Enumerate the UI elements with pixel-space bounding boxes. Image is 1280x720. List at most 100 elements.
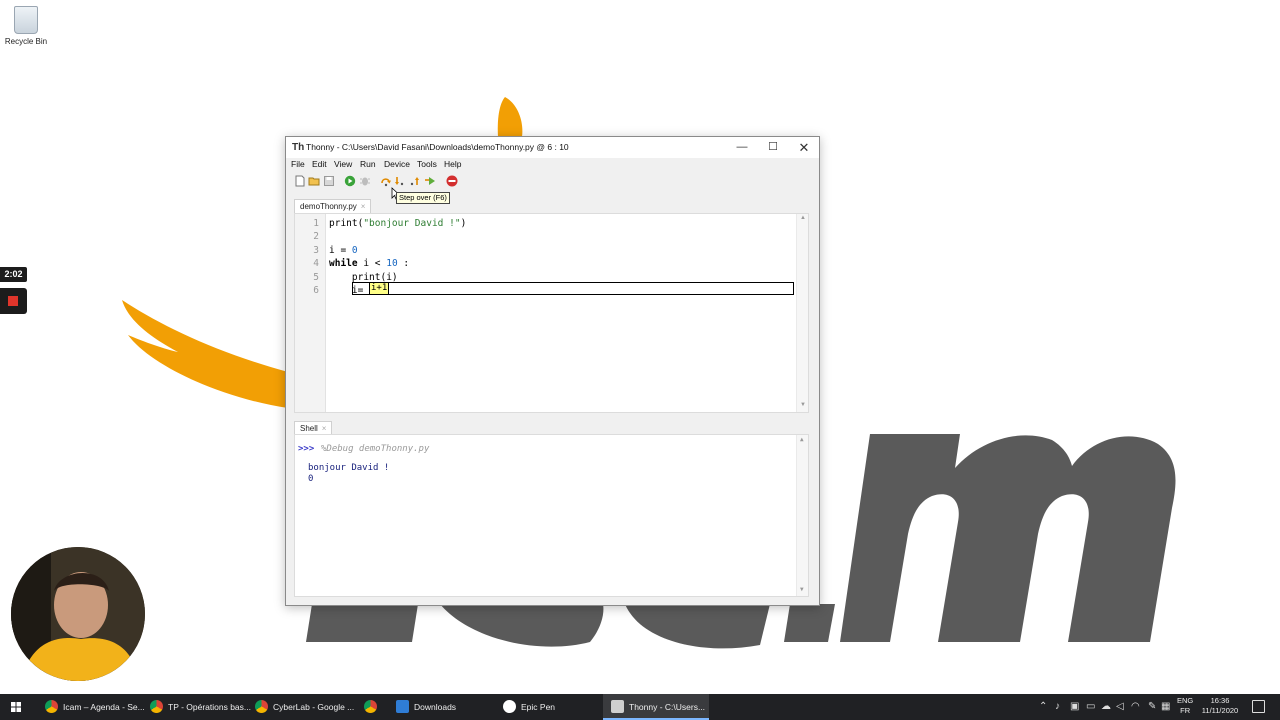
step-over-tooltip: Step over (F6) bbox=[396, 192, 450, 204]
taskbar-item-epic-pen[interactable]: Epic Pen bbox=[495, 694, 600, 720]
window-title: Thonny - C:\Users\David Fasani\Downloads… bbox=[306, 142, 569, 152]
input-language[interactable]: ENG FR bbox=[1177, 696, 1193, 716]
editor-scrollbar[interactable]: ▲ ▼ bbox=[796, 214, 808, 412]
run-icon[interactable] bbox=[344, 175, 356, 187]
recording-timer: 2:02 bbox=[0, 267, 27, 282]
shell-tab-label: Shell bbox=[300, 424, 318, 433]
taskbar: Icam – Agenda - Se... TP - Opérations ba… bbox=[0, 694, 1280, 720]
camera-icon[interactable]: ▣ bbox=[1070, 701, 1079, 712]
save-icon[interactable] bbox=[323, 175, 335, 187]
battery-icon[interactable]: ▭ bbox=[1086, 701, 1095, 712]
taskbar-item-downloads[interactable]: Downloads bbox=[388, 694, 493, 720]
wifi-icon[interactable]: ◠ bbox=[1131, 701, 1140, 712]
taskbar-item-label: Thonny - C:\Users... bbox=[629, 702, 706, 712]
code-line: i = 0 bbox=[329, 245, 358, 256]
current-statement-highlight bbox=[352, 282, 794, 295]
scroll-down-icon[interactable]: ▼ bbox=[800, 402, 806, 408]
scroll-down-icon[interactable]: ▼ bbox=[800, 586, 804, 593]
taskbar-item-tp-operations[interactable]: TP - Opérations bas... bbox=[142, 694, 251, 720]
shell-panel[interactable]: >>> %Debug demoThonny.py bonjour David !… bbox=[294, 434, 809, 597]
keyboard-layout: FR bbox=[1180, 706, 1191, 715]
taskbar-item-label: CyberLab - Google ... bbox=[273, 702, 355, 712]
pen-icon bbox=[503, 700, 516, 713]
tab-label: demoThonny.py bbox=[300, 202, 357, 211]
taskbar-item-label: Downloads bbox=[414, 702, 457, 712]
language-code: ENG bbox=[1177, 696, 1194, 705]
notification-icon[interactable] bbox=[1252, 700, 1265, 713]
thonny-window: Th Thonny - C:\Users\David Fasani\Downlo… bbox=[285, 136, 820, 606]
thonny-icon: Th bbox=[292, 142, 305, 153]
thonny-icon bbox=[611, 700, 624, 713]
pen-workspace-icon[interactable]: ✎ bbox=[1148, 701, 1156, 712]
resume-icon[interactable] bbox=[424, 175, 436, 187]
keyboard-icon[interactable]: ▦ bbox=[1161, 701, 1170, 712]
shell-tab-close-icon[interactable]: × bbox=[322, 424, 327, 433]
step-over-icon[interactable] bbox=[380, 175, 392, 187]
presenter-video bbox=[11, 547, 145, 681]
recycle-bin-icon bbox=[14, 6, 38, 34]
minimize-button[interactable]: — bbox=[727, 137, 757, 158]
toolbar bbox=[286, 173, 819, 191]
taskbar-item-label: Epic Pen bbox=[521, 702, 556, 712]
taskbar-item-label: TP - Opérations bas... bbox=[168, 702, 251, 712]
line-number: 3 bbox=[313, 245, 319, 256]
chrome-icon bbox=[150, 700, 163, 713]
download-icon bbox=[396, 700, 409, 713]
debug-icon[interactable] bbox=[359, 175, 371, 187]
windows-start-icon[interactable] bbox=[0, 694, 32, 720]
step-into-icon[interactable] bbox=[394, 175, 406, 187]
stop-icon bbox=[8, 296, 18, 306]
open-file-icon[interactable] bbox=[308, 175, 320, 187]
title-bar[interactable]: Th Thonny - C:\Users\David Fasani\Downlo… bbox=[286, 137, 819, 158]
taskbar-item-cyberlab[interactable]: CyberLab - Google ... bbox=[247, 694, 355, 720]
code-editor[interactable]: 1 2 3 4 5 6 print("bonjour David !") i =… bbox=[294, 213, 809, 413]
menu-device[interactable]: Device bbox=[384, 159, 410, 169]
line-number: 5 bbox=[313, 272, 319, 283]
shell-prompt: >>> bbox=[298, 444, 315, 454]
stop-icon[interactable] bbox=[446, 175, 458, 187]
code-line: while i < 10 : bbox=[329, 258, 410, 269]
clock-time: 16:36 bbox=[1210, 696, 1230, 705]
menu-run[interactable]: Run bbox=[360, 159, 376, 169]
shell-scrollbar[interactable]: ▲ ▼ bbox=[796, 435, 808, 596]
taskbar-item-icam-agenda[interactable]: Icam – Agenda - Se... bbox=[37, 694, 145, 720]
menu-view[interactable]: View bbox=[334, 159, 352, 169]
evaluated-expression: i+1 bbox=[369, 282, 390, 295]
line-number: 2 bbox=[313, 231, 319, 242]
close-button[interactable]: ✕ bbox=[789, 137, 819, 158]
new-file-icon[interactable] bbox=[294, 175, 306, 187]
step-out-icon[interactable] bbox=[409, 175, 421, 187]
line-number: 4 bbox=[313, 258, 319, 269]
cloud-icon[interactable]: ☁ bbox=[1101, 701, 1111, 712]
scroll-up-icon[interactable]: ▲ bbox=[800, 215, 806, 221]
recycle-bin[interactable]: Recycle Bin bbox=[4, 6, 48, 46]
chrome-icon bbox=[364, 700, 377, 713]
shell-command: %Debug demoThonny.py bbox=[321, 444, 430, 454]
show-hidden-icons-icon[interactable]: ⌃ bbox=[1039, 701, 1047, 712]
line-number: 6 bbox=[313, 285, 319, 296]
taskbar-item-label: Icam – Agenda - Se... bbox=[63, 702, 145, 712]
menu-edit[interactable]: Edit bbox=[312, 159, 327, 169]
taskbar-item-chrome[interactable] bbox=[356, 694, 388, 720]
line-number: 1 bbox=[313, 218, 319, 229]
scroll-up-icon[interactable]: ▲ bbox=[800, 436, 804, 443]
microphone-icon[interactable]: ♪ bbox=[1055, 701, 1060, 712]
tab-demothonny[interactable]: demoThonny.py × bbox=[294, 199, 372, 213]
menu-help[interactable]: Help bbox=[444, 159, 461, 169]
chrome-icon bbox=[45, 700, 58, 713]
code-line: print("bonjour David !") bbox=[329, 218, 467, 229]
line-number-gutter: 1 2 3 4 5 6 bbox=[295, 214, 326, 412]
system-clock[interactable]: 16:36 11/11/2020 bbox=[1198, 696, 1242, 716]
menu-file[interactable]: File bbox=[291, 159, 305, 169]
menu-bar: File Edit View Run Device Tools Help bbox=[286, 158, 819, 172]
shell-output-line: bonjour David ! bbox=[308, 463, 390, 473]
stop-recording-button[interactable] bbox=[0, 288, 27, 314]
menu-tools[interactable]: Tools bbox=[417, 159, 437, 169]
volume-icon[interactable]: ◁ bbox=[1116, 701, 1124, 712]
tab-close-icon[interactable]: × bbox=[361, 202, 366, 211]
taskbar-item-thonny[interactable]: Thonny - C:\Users... bbox=[603, 694, 709, 720]
chrome-icon bbox=[255, 700, 268, 713]
maximize-button[interactable]: ☐ bbox=[758, 137, 788, 158]
tab-shell[interactable]: Shell × bbox=[294, 421, 333, 435]
clock-date: 11/11/2020 bbox=[1201, 706, 1239, 715]
